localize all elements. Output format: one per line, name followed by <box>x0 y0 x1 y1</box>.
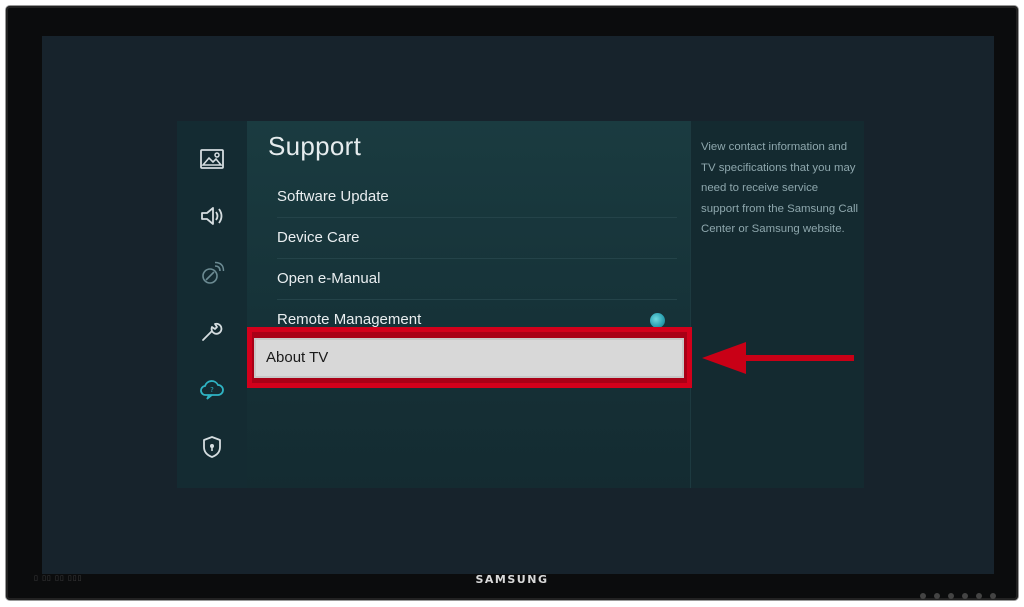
svg-text:?: ? <box>210 386 214 394</box>
menu-item-label: Remote Management <box>277 311 422 328</box>
support-cloud-icon[interactable]: ? <box>198 375 226 403</box>
menu-item-software-update[interactable]: Software Update <box>277 177 677 218</box>
menu-item-about-tv[interactable]: About TV <box>254 338 684 378</box>
broadcasting-icon[interactable] <box>198 260 226 288</box>
selected-item-label: About TV <box>266 349 329 366</box>
tv-screen: ? Support Software Update Device Care Op… <box>42 36 994 574</box>
tv-button <box>962 593 968 599</box>
sound-icon[interactable] <box>198 202 226 230</box>
tv-button <box>948 593 954 599</box>
privacy-shield-icon[interactable] <box>198 433 226 461</box>
tv-control-buttons <box>920 593 996 599</box>
tv-bezel: ? Support Software Update Device Care Op… <box>6 6 1018 600</box>
brand-logo: SAMSUNG <box>475 573 549 586</box>
tv-button <box>920 593 926 599</box>
picture-icon[interactable] <box>198 145 226 173</box>
general-wrench-icon[interactable] <box>198 317 226 345</box>
support-menu: Support Software Update Device Care Open… <box>247 121 690 488</box>
settings-panel: ? Support Software Update Device Care Op… <box>177 121 864 488</box>
description-pane: View contact information and TV specific… <box>690 121 864 488</box>
menu-item-device-care[interactable]: Device Care <box>277 218 677 259</box>
status-indicator-icon <box>650 313 665 328</box>
settings-category-rail: ? <box>177 121 248 488</box>
description-text: View contact information and TV specific… <box>701 141 859 235</box>
annotation-arrow-icon <box>702 342 854 374</box>
tv-button <box>976 593 982 599</box>
menu-title: Support <box>268 131 362 161</box>
menu-item-open-e-manual[interactable]: Open e-Manual <box>277 259 677 300</box>
tv-button <box>934 593 940 599</box>
tv-button <box>990 593 996 599</box>
